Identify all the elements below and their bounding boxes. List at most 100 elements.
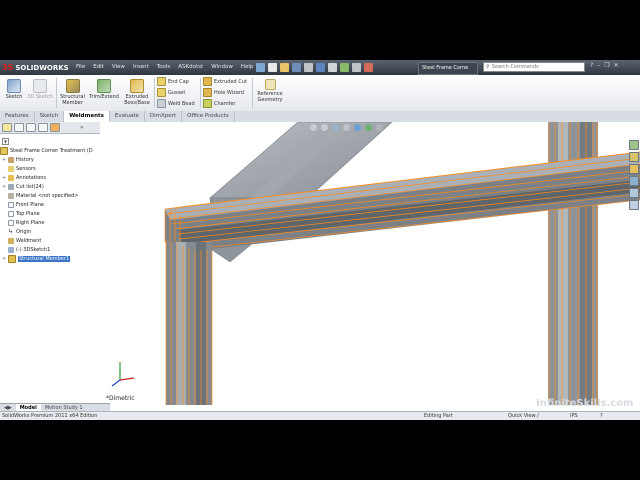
menu-window[interactable]: Window: [207, 62, 237, 73]
save-icon[interactable]: [292, 63, 301, 72]
menu-file[interactable]: File: [72, 62, 89, 73]
tree-item-annotations[interactable]: + Annotations: [0, 173, 100, 182]
view-palette-icon[interactable]: [629, 176, 639, 186]
search-commands-input[interactable]: ⚲ Search Commands: [483, 62, 585, 72]
tree-item-structural-member1[interactable]: + Structural Member1: [0, 254, 100, 263]
tree-item-3dsketch1[interactable]: (-) 3DSketch1: [0, 245, 100, 254]
help-icon[interactable]: ?: [590, 62, 593, 69]
section-view-icon[interactable]: [343, 124, 350, 131]
end-cap-button[interactable]: End Cap: [157, 77, 201, 86]
tree-root-label: Steel Frame Corner Treatment (D: [10, 147, 93, 154]
property-manager-tab-icon[interactable]: [14, 123, 24, 132]
dimxpert-manager-tab-icon[interactable]: [38, 123, 48, 132]
solidworks-logo[interactable]: 3S SOLIDWORKS: [2, 61, 69, 74]
restore-icon[interactable]: ❐: [604, 62, 609, 69]
menu-askdotst[interactable]: ASKdotst: [174, 62, 207, 73]
units-ips[interactable]: IPS: [570, 413, 578, 419]
tree-item-weldment[interactable]: Weldment: [0, 236, 100, 245]
tree-item-sensors[interactable]: Sensors: [0, 164, 100, 173]
menu-tools[interactable]: Tools: [153, 62, 175, 73]
expander-icon[interactable]: +: [2, 175, 6, 181]
expander-icon[interactable]: +: [2, 256, 6, 262]
tree-item-cut-list[interactable]: + Cut list(24): [0, 182, 100, 191]
reference-geometry-button[interactable]: Reference Geometry: [254, 79, 286, 103]
brand-label: SOLIDWORKS: [15, 63, 69, 72]
custom-properties-icon[interactable]: [629, 200, 639, 210]
search-placeholder: Search Commands: [491, 64, 539, 70]
tab-features[interactable]: Features: [0, 111, 35, 122]
new-document-icon[interactable]: [268, 63, 277, 72]
tab-sketch[interactable]: Sketch: [35, 111, 65, 122]
tree-item-history[interactable]: + History: [0, 155, 100, 164]
document-title: Steel Frame Corne: [418, 62, 478, 75]
menu-help[interactable]: Help: [237, 62, 258, 73]
tree-item-top-plane[interactable]: Top Plane: [0, 209, 100, 218]
extruded-boss-button[interactable]: Extruded Boss/Base: [121, 79, 153, 106]
zoom-fit-icon[interactable]: [310, 124, 317, 131]
extruded-boss-label: Extruded Boss/Base: [124, 94, 150, 106]
structural-member-button[interactable]: Structural Member: [58, 79, 87, 106]
tab-weldments[interactable]: Weldments: [64, 111, 110, 122]
print-icon[interactable]: [304, 63, 313, 72]
filter-icon[interactable]: ▼: [2, 138, 9, 145]
zoom-area-icon[interactable]: [321, 124, 328, 131]
tab-dimxpert[interactable]: DimXpert: [145, 111, 183, 122]
trim-extend-button[interactable]: Trim/Extend: [88, 79, 120, 100]
quick-access-toolbar: [256, 62, 416, 73]
display-style-icon[interactable]: [365, 124, 372, 131]
minimize-icon[interactable]: –: [597, 62, 600, 69]
rebuild-icon[interactable]: [340, 63, 349, 72]
structural-member-icon: [8, 254, 16, 263]
pin-icon[interactable]: [256, 63, 265, 72]
extruded-cut-button[interactable]: Extruded Cut: [203, 77, 255, 86]
menu-edit[interactable]: Edit: [89, 62, 108, 73]
hide-show-items-icon[interactable]: [376, 124, 383, 131]
display-manager-tab-icon[interactable]: [50, 123, 60, 132]
tab-evaluate[interactable]: Evaluate: [110, 111, 145, 122]
tree-item-right-plane[interactable]: Right Plane: [0, 218, 100, 227]
select-icon[interactable]: [328, 63, 337, 72]
3d-sketch-icon: [8, 246, 14, 253]
panel-arrow-icon[interactable]: »: [80, 124, 84, 131]
hole-wizard-button[interactable]: Hole Wizard: [203, 88, 255, 97]
tab-office-products[interactable]: Office Products: [182, 111, 235, 122]
configuration-manager-tab-icon[interactable]: [26, 123, 36, 132]
undo-icon[interactable]: [316, 63, 325, 72]
file-explorer-icon[interactable]: [629, 164, 639, 174]
tree-item-front-plane[interactable]: Front Plane: [0, 200, 100, 209]
model-canvas[interactable]: [100, 122, 640, 405]
end-cap-label: End Cap: [168, 78, 189, 85]
small-tools-col-1: End Cap Gusset Weld Bead: [157, 77, 201, 108]
3d-sketch-button[interactable]: 3D Sketch: [26, 79, 54, 100]
sketch-button[interactable]: Sketch: [3, 79, 25, 100]
status-bar: SolidWorks Premium 2011 x64 Edition Edit…: [0, 411, 640, 420]
menu-view[interactable]: View: [108, 62, 129, 73]
open-folder-icon[interactable]: [280, 63, 289, 72]
options-icon[interactable]: [364, 63, 373, 72]
graphics-area[interactable]: *Dimetric: [100, 122, 640, 405]
weld-bead-button[interactable]: Weld Bead: [157, 99, 201, 108]
resources-icon[interactable]: [629, 140, 639, 150]
material-icon: [8, 192, 14, 199]
expander-icon[interactable]: +: [2, 157, 6, 163]
design-library-icon[interactable]: [629, 152, 639, 162]
view-orientation-icon[interactable]: [354, 124, 361, 131]
tree-root[interactable]: Steel Frame Corner Treatment (D: [0, 146, 100, 155]
tree-item-material[interactable]: Material <not specified>: [0, 191, 100, 200]
view-triad: [111, 362, 135, 387]
expander-icon[interactable]: +: [2, 184, 6, 190]
chamfer-button[interactable]: Chamfer: [203, 99, 255, 108]
left-column-selected[interactable]: [165, 240, 213, 405]
file-properties-icon[interactable]: [352, 63, 361, 72]
help-status[interactable]: ?: [600, 413, 603, 419]
tree-item-origin[interactable]: ↳ Origin: [0, 227, 100, 236]
previous-view-icon[interactable]: [332, 124, 339, 131]
appearances-icon[interactable]: [629, 188, 639, 198]
tree-item-label: Weldment: [16, 237, 42, 244]
menu-bar: File Edit View Insert Tools ASKdotst Win…: [72, 62, 257, 73]
quick-view[interactable]: Quick View /: [508, 413, 539, 419]
close-icon[interactable]: ✕: [614, 62, 619, 69]
menu-insert[interactable]: Insert: [129, 62, 153, 73]
feature-manager-tab-icon[interactable]: [2, 123, 12, 132]
gusset-button[interactable]: Gusset: [157, 88, 201, 97]
